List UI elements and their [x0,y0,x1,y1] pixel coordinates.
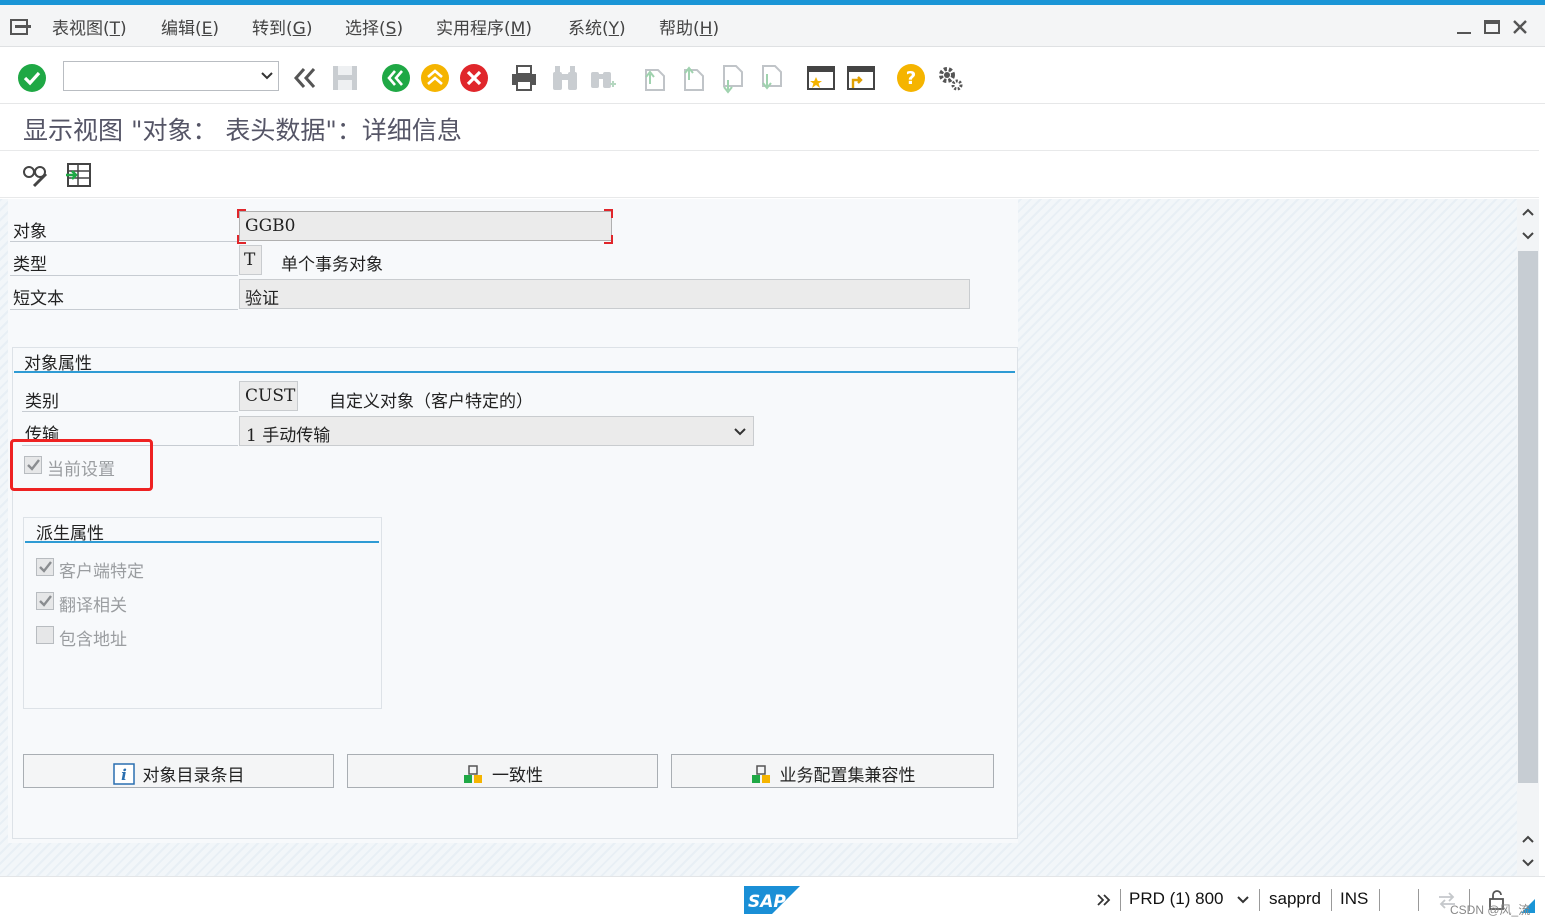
standard-toolbar: ? [0,48,1545,104]
status-separator [1418,889,1419,911]
chevron-down-icon[interactable] [1236,893,1250,907]
input-mode[interactable]: INS [1340,889,1368,909]
transport-dropdown[interactable]: 1 手动传输 [239,416,754,446]
transport-selected-value: 1 手动传输 [246,426,331,446]
back-double-icon[interactable] [288,62,320,94]
next-page-icon[interactable] [716,62,748,94]
menu-edit[interactable]: 编辑(E) [161,14,219,39]
display-change-icon[interactable] [20,160,50,190]
scroll-up-icon[interactable] [1520,205,1536,219]
enter-icon[interactable] [16,62,48,94]
svg-text:i: i [121,766,127,784]
status-separator [1259,889,1260,911]
type-label-underline [10,275,238,276]
short-text-label: 短文本 [13,289,64,309]
client-specific-checkbox[interactable] [36,558,54,576]
svg-text:SAP: SAP [748,892,786,912]
print-icon[interactable] [508,62,540,94]
derived-attributes-divider [25,541,379,543]
client-specific-label: 客户端特定 [59,562,144,582]
object-label-underline [10,241,238,242]
cancel-icon[interactable] [458,62,490,94]
chevron-down-icon[interactable] [260,69,274,83]
previous-page-icon[interactable] [677,62,709,94]
menu-system[interactable]: 系统(Y) [568,14,626,39]
maximize-icon[interactable] [1482,17,1502,37]
object-catalog-button[interactable]: i 对象目录条目 [23,754,334,788]
settings-icon[interactable] [934,62,966,94]
menu-icon[interactable] [10,17,34,37]
short-text-label-underline [10,309,238,310]
last-page-icon[interactable] [755,62,787,94]
svg-text:?: ? [906,68,916,89]
scroll-up-icon[interactable] [1520,832,1536,846]
objects-icon [464,765,482,783]
focus-corner-bl [237,235,246,244]
object-attributes-divider [14,371,1015,373]
type-label: 类型 [13,255,47,275]
menu-selection[interactable]: 选择(S) [345,14,403,39]
focus-corner-br [604,235,613,244]
sap-logo-icon: SAP [744,886,800,914]
contains-address-checkbox[interactable] [36,626,54,644]
checkmark-icon [39,595,52,607]
command-field[interactable] [63,61,279,91]
focus-corner-tr [604,209,613,218]
object-field[interactable]: GGB0 [239,211,612,241]
title-bar: 显示视图 "对象： 表头数据"：详细信息 [0,105,1539,151]
first-page-icon[interactable] [638,62,670,94]
expand-status-icon[interactable] [1096,892,1112,908]
shortcut-icon[interactable] [845,62,877,94]
close-icon[interactable] [1510,17,1530,37]
type-description: 单个事务对象 [281,255,383,275]
menu-utilities[interactable]: 实用程序(M) [436,14,532,39]
consistency-button[interactable]: 一致性 [347,754,658,788]
menu-goto[interactable]: 转到(G) [252,14,312,39]
focus-corner-tl [237,209,246,218]
short-text-field[interactable]: 验证 [239,279,970,309]
annotation-highlight-box [10,439,153,491]
minimize-icon[interactable] [1454,17,1474,37]
server-name: sapprd [1269,889,1321,908]
watermark-text: CSDN @风_流 [1450,903,1531,917]
category-label: 类别 [25,392,59,412]
scroll-down-icon[interactable] [1520,229,1536,243]
status-separator [1331,889,1332,911]
menu-table-view[interactable]: 表视图(T) [52,14,127,39]
type-field[interactable]: T [239,245,262,275]
category-label-underline [22,411,238,412]
status-bar: SAP PRD (1) 800 sapprd INS CSDN @风_流 [0,876,1545,924]
save-icon[interactable] [329,62,361,94]
find-next-icon[interactable] [588,62,620,94]
menu-bar: 表视图(T) 编辑(E) 转到(G) 选择(S) 实用程序(M) 系统(Y) 帮… [0,5,1545,47]
status-separator [1120,889,1121,911]
objects-icon [751,765,770,783]
info-icon: i [112,763,135,785]
translation-relevant-checkbox[interactable] [36,592,54,610]
chevron-down-icon[interactable] [733,425,747,439]
bc-set-compatibility-button[interactable]: 业务配置集兼容性 [671,754,994,788]
contains-address-label: 包含地址 [59,630,127,650]
checkmark-icon [39,561,52,573]
system-info[interactable]: PRD (1) 800 [1129,889,1223,909]
status-separator [1379,889,1380,911]
translation-relevant-label: 翻译相关 [59,596,127,616]
category-field[interactable]: CUST [239,381,298,411]
object-label: 对象 [13,222,47,242]
create-session-icon[interactable] [805,62,837,94]
back-icon[interactable] [380,62,412,94]
category-description: 自定义对象（客户特定的） [329,392,533,412]
help-icon[interactable]: ? [895,62,927,94]
content-area: 对象 GGB0 类型 T 单个事务对象 短文本 验证 对象属性 类别 CUST … [0,199,1517,876]
find-icon[interactable] [549,62,581,94]
select-icon[interactable] [64,160,94,190]
scroll-down-icon[interactable] [1520,856,1536,870]
application-toolbar [0,152,1539,198]
exit-icon[interactable] [419,62,451,94]
menu-help[interactable]: 帮助(H) [659,14,719,39]
scrollbar-thumb[interactable] [1518,251,1538,783]
page-title: 显示视图 "对象： 表头数据"：详细信息 [23,116,462,145]
vertical-scrollbar[interactable] [1517,199,1539,876]
